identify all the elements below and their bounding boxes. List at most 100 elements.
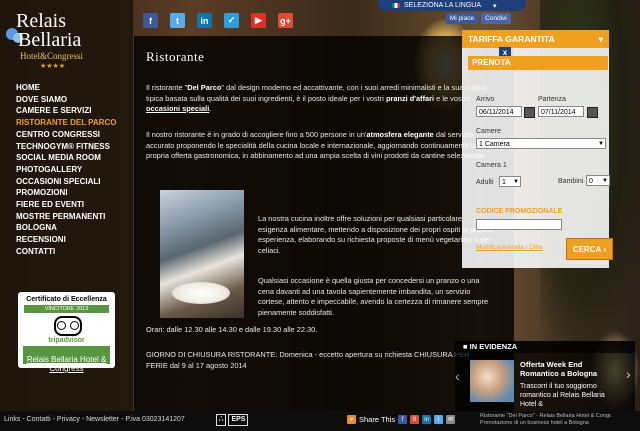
linkedin-icon[interactable]: in (197, 13, 212, 28)
nav-item-home[interactable]: HOME (16, 82, 116, 94)
nav-item-occasioni-speciali[interactable]: OCCASIONI SPECIALI (16, 176, 116, 188)
nav-item-fiere-eventi[interactable]: FIERE ED EVENTI (16, 199, 116, 211)
eps-logo[interactable]: ∴ EPS (216, 414, 249, 426)
highlights-header-label: IN EVIDENZA (469, 342, 518, 351)
email-share-icon[interactable]: ✉ (446, 415, 456, 424)
facebook-like-button[interactable]: Mi piace (446, 13, 478, 24)
occasioni-speciali-link[interactable]: occasioni speciali (146, 104, 209, 113)
search-button[interactable]: CERCA › (566, 238, 613, 260)
share-label: Share This (359, 415, 396, 424)
adults-label: Adulti (476, 179, 494, 186)
facebook-share-button[interactable]: Condivi (481, 13, 511, 24)
nav-item-centro-congressi[interactable]: CENTRO CONGRESSI (16, 129, 116, 141)
nav-item-contatti[interactable]: CONTATTI (16, 246, 116, 258)
youtube-icon[interactable]: ▶ (251, 13, 266, 28)
footer-address: Ristorante "Del Parco" - Relais Bellaria… (480, 413, 612, 426)
highlights-header: ■ IN EVIDENZA (455, 341, 635, 353)
intro-paragraph: Il ristorante "Del Parco" dal design mod… (146, 83, 491, 115)
search-button-label: CERCA (572, 244, 602, 254)
social-icons: f t in ✓ ▶ g+ (143, 13, 293, 28)
nav-item-social-media-room[interactable]: SOCIAL MEDIA ROOM (16, 152, 116, 164)
carousel-prev-icon[interactable]: ‹ (455, 368, 465, 396)
chevron-down-icon: ▼ (513, 179, 519, 185)
highlight-text: Trascorri il tuo soggiorno romantico al … (520, 383, 605, 408)
p2-text-a: Il nostro ristorante è in grado di accog… (146, 130, 367, 139)
language-label: SELEZIONA LA LINGUA (404, 2, 482, 9)
arrival-date-field[interactable]: 06/11/2014 (476, 106, 522, 117)
facebook-share-label: Condivi (485, 15, 507, 22)
capacity-paragraph: Il nostro ristorante è in grado di accog… (146, 130, 491, 162)
language-selector[interactable]: SELEZIONA LA LINGUA ▾ (378, 0, 526, 11)
restaurant-photo-plate (172, 282, 230, 304)
p1-text-a: Il ristorante " (146, 83, 188, 92)
adults-select-value: 1 (502, 179, 506, 186)
nav-item-recensioni[interactable]: RECENSIONI (16, 234, 116, 246)
tripadvisor-brand: tripadvisor (48, 337, 85, 344)
eps-mark: ∴ (216, 414, 227, 426)
nav-item-dove-siamo[interactable]: DOVE SIAMO (16, 94, 116, 106)
departure-date-field[interactable]: 07/11/2014 (538, 106, 584, 117)
tripadvisor-owl-icon (54, 316, 82, 336)
p2-highlight-atmosfera: atmosfera elegante (366, 130, 434, 139)
site-logo[interactable]: Relais Bellaria Hotel&Congressi ★★★★ (6, 8, 106, 70)
rooms-label: Camere (476, 128, 501, 135)
certificate-winner: VINCITORE 2013 (24, 305, 109, 313)
adults-select[interactable]: 1 ▼ (499, 176, 521, 187)
promo-code-input[interactable] (476, 219, 562, 230)
chevron-down-icon: ▾ (493, 2, 497, 10)
highlight-title[interactable]: Offerta Week End Romantico a Bologna (520, 360, 610, 378)
carousel-next-icon[interactable]: › (626, 366, 636, 394)
nav-item-promozioni[interactable]: PROMOZIONI (16, 187, 116, 199)
nav-item-bologna[interactable]: BOLOGNA (16, 222, 116, 234)
departure-label: Partenza (538, 96, 567, 103)
chevron-down-icon: ▼ (598, 141, 604, 147)
main-navigation: HOME DOVE SIAMO CAMERE E SERVIZI RISTORA… (16, 82, 116, 258)
room1-label: Camera 1 (476, 162, 507, 169)
calendar-icon-departure[interactable] (587, 107, 598, 118)
nav-item-fitness[interactable]: TECHNOGYM® FITNESS (16, 141, 116, 153)
linkedin-share-icon[interactable]: in (422, 415, 432, 424)
hotel-stars: ★★★★ (40, 63, 66, 70)
googleplus-icon[interactable]: g+ (278, 13, 293, 28)
facebook-icon[interactable]: f (143, 13, 158, 28)
sharethis-icon[interactable]: ♥ (347, 415, 356, 424)
logo-subtitle: Hotel&Congressi (20, 51, 83, 61)
page-title: Ristorante (146, 49, 205, 64)
p1-highlight-del-parco: Del Parco (187, 83, 222, 92)
nav-item-mostre[interactable]: MOSTRE PERMANENTI (16, 211, 116, 223)
nav-item-camere[interactable]: CAMERE E SERVIZI (16, 105, 116, 117)
nav-item-ristorante[interactable]: RISTORANTE DEL PARCO (16, 117, 116, 129)
foursquare-icon[interactable]: ✓ (224, 13, 239, 28)
p1-highlight-pranzi: pranzi d'affari (385, 93, 435, 103)
chevron-down-icon: ▼ (602, 178, 608, 184)
booking-header-label: TARIFFA GARANTITA (468, 34, 555, 44)
opening-hours: Orari: dalle 12.30 alle 14.30 e dalle 19… (146, 325, 318, 334)
chevron-right-icon: › (603, 244, 607, 254)
googleplus-share-icon[interactable]: 8 (410, 415, 420, 424)
tripadvisor-hotel-link[interactable]: Relais Bellaria Hotel & Congress (18, 355, 115, 373)
p1-text-g: . (209, 104, 212, 113)
eps-text: EPS (228, 414, 249, 426)
chevron-down-icon: ▾ (598, 33, 603, 44)
rooms-select[interactable]: 1 Camera ▼ (476, 138, 606, 149)
certificate-title: Certificato di Eccellenza (26, 296, 107, 303)
children-select-value: 0 (589, 178, 593, 185)
twitter-icon[interactable]: t (170, 13, 185, 28)
facebook-share-icon[interactable]: f (398, 415, 408, 424)
italy-flag-icon (392, 3, 400, 8)
children-label: Bambini (558, 178, 584, 185)
modify-cancel-link[interactable]: Modifica/Annulla / Ditte (476, 244, 542, 251)
children-select[interactable]: 0 ▼ (586, 175, 610, 186)
rooms-select-value: 1 Camera (479, 141, 510, 148)
footer-links[interactable]: Links - Contatti - Privacy - Newsletter … (4, 416, 185, 423)
highlight-thumbnail[interactable] (470, 360, 514, 402)
footer: Links - Contatti - Privacy - Newsletter … (0, 411, 640, 431)
closing-days: GIORNO DI CHIUSURA RISTORANTE: Domenica … (146, 350, 470, 370)
nav-item-photogallery[interactable]: PHOTOGALLERY (16, 164, 116, 176)
calendar-icon[interactable] (524, 107, 535, 118)
booking-header[interactable]: TARIFFA GARANTITA ▾ (462, 30, 609, 48)
promo-code-label: CODICE PROMOZIONALE (476, 208, 563, 215)
twitter-share-icon[interactable]: t (434, 415, 444, 424)
facebook-like-label: Mi piace (449, 15, 475, 22)
arrival-label: Arrivo (476, 96, 495, 103)
